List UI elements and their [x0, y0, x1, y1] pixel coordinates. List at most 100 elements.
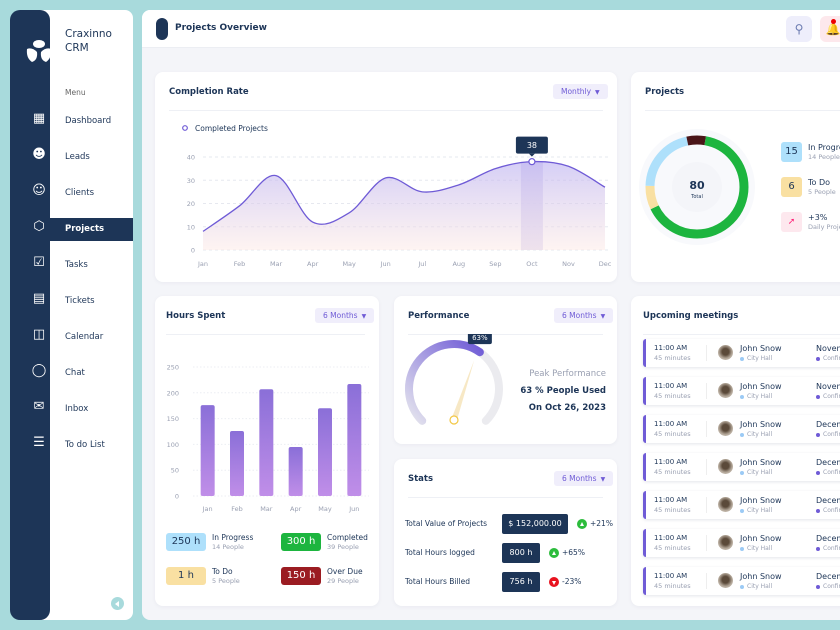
- x-tick-label: Jan: [202, 505, 213, 513]
- sidebar-item-leads[interactable]: Leads: [49, 146, 133, 169]
- page-title: Projects Overview: [175, 23, 267, 33]
- sidebar-item-projects[interactable]: Projects: [49, 218, 133, 241]
- chevron-down-icon: ▼: [361, 313, 367, 320]
- chat-icon[interactable]: ◯: [30, 362, 48, 380]
- meeting-time: 11:00 AM: [654, 420, 688, 428]
- meeting-time: 11:00 AM: [654, 458, 688, 466]
- x-tick-label: Dec: [599, 260, 612, 268]
- bar[interactable]: [259, 389, 274, 496]
- stat-change: -23%: [549, 577, 581, 587]
- divider: [408, 497, 603, 498]
- location-text: City Hall: [747, 393, 773, 400]
- x-tick-label: Apr: [290, 505, 302, 513]
- meeting-status: Confirmed: [816, 469, 840, 476]
- sidebar-item-calendar[interactable]: Calendar: [49, 326, 133, 349]
- meeting-row[interactable]: 11:00 AM 45 minutes John Snow City Hall Dece…: [643, 567, 840, 595]
- user-check-icon[interactable]: ☺: [30, 182, 48, 200]
- sidebar-item-tickets[interactable]: Tickets: [49, 290, 133, 313]
- sidebar-item-tasks[interactable]: Tasks: [49, 254, 133, 277]
- meeting-person: John Snow: [740, 458, 782, 467]
- avatar: [718, 345, 733, 360]
- sidebar-item-clients[interactable]: Clients: [49, 182, 133, 205]
- bar[interactable]: [318, 408, 332, 496]
- search-button[interactable]: ⚲: [786, 16, 812, 42]
- status-dot-icon: [816, 508, 820, 513]
- grid-icon[interactable]: ▦: [30, 110, 48, 128]
- bar[interactable]: [230, 430, 244, 496]
- location-pin-icon: [740, 584, 744, 589]
- mail-icon[interactable]: ✉: [30, 398, 48, 416]
- meeting-person: John Snow: [740, 344, 782, 353]
- status-dot-icon: [816, 394, 820, 399]
- divider: [706, 421, 707, 437]
- meeting-person: John Snow: [740, 382, 782, 391]
- x-tick-label: Aug: [452, 260, 465, 268]
- todo-list-icon[interactable]: ☰: [30, 434, 48, 452]
- stat-change: +65%: [549, 548, 585, 558]
- cube-icon[interactable]: ⬡: [30, 218, 48, 236]
- hours-label: Completed: [327, 533, 368, 542]
- legend-label: Completed Projects: [195, 124, 268, 133]
- meeting-status: Confirmed: [816, 393, 840, 400]
- bar[interactable]: [288, 446, 303, 496]
- bar[interactable]: [347, 384, 362, 496]
- divider: [166, 334, 365, 335]
- hours-sub: 39 People: [327, 543, 359, 551]
- location-text: City Hall: [747, 583, 773, 590]
- hours-sub: 5 People: [212, 577, 240, 585]
- status-text: Confirmed: [823, 507, 840, 514]
- divider: [645, 110, 840, 111]
- x-tick-label: Nov: [562, 260, 575, 268]
- meeting-row[interactable]: 11:00 AM 45 minutes John Snow City Hall Dece…: [643, 453, 840, 481]
- total-label: Total: [690, 194, 703, 200]
- user-plus-icon[interactable]: ☻: [30, 146, 48, 164]
- calendar-icon[interactable]: ◫: [30, 326, 48, 344]
- clipboard-check-icon[interactable]: ☑: [30, 254, 48, 272]
- stats-filter-dropdown[interactable]: 6 Months ▼: [554, 471, 614, 486]
- avatar: [718, 535, 733, 550]
- hours-label: To Do: [212, 567, 233, 576]
- meeting-location: City Hall: [740, 469, 772, 476]
- x-tick-label: Mar: [270, 260, 283, 268]
- meeting-row[interactable]: 11:00 AM 45 minutes John Snow City Hall Dece…: [643, 415, 840, 443]
- meeting-row[interactable]: 11:00 AM 45 minutes John Snow City Hall Dece…: [643, 529, 840, 557]
- x-tick-label: Jun: [380, 260, 391, 268]
- meeting-date: December: [816, 496, 840, 505]
- peak-date: On Oct 26, 2023: [528, 403, 606, 413]
- meeting-location: City Hall: [740, 355, 772, 362]
- y-tick-label: 10: [187, 223, 195, 231]
- notification-dot: [831, 19, 836, 24]
- sidebar-item-inbox[interactable]: Inbox: [49, 398, 133, 421]
- projects-card: Projects 80 Total 15 In Progress14 People 6…: [631, 72, 840, 282]
- meeting-time: 11:00 AM: [654, 382, 688, 390]
- performance-card: Performance 6 Months ▼ 63% Peak Performan…: [394, 296, 617, 444]
- sidebar-item-dashboard[interactable]: Dashboard: [49, 110, 133, 133]
- meeting-row[interactable]: 11:00 AM 45 minutes John Snow City Hall Nove…: [643, 377, 840, 405]
- sidebar-item-chat[interactable]: Chat: [49, 362, 133, 385]
- meeting-person: John Snow: [740, 572, 782, 581]
- avatar: [718, 573, 733, 588]
- hours-filter-dropdown[interactable]: 6 Months ▼: [315, 308, 375, 323]
- completion-line-chart: Completed Projects 0 10 20 30 40 Jan Feb Mar Apr M…: [182, 124, 612, 268]
- status-dot-icon: [816, 470, 820, 475]
- divider: [706, 345, 707, 361]
- meeting-time: 11:00 AM: [654, 496, 688, 504]
- dropdown-label: 6 Months: [562, 474, 597, 483]
- meeting-row[interactable]: 11:00 AM 45 minutes John Snow City Hall Dece…: [643, 491, 840, 519]
- stat-label: Total Hours logged: [405, 548, 475, 557]
- performance-filter-dropdown[interactable]: 6 Months ▼: [554, 308, 614, 323]
- ticket-icon[interactable]: ▤: [30, 290, 48, 308]
- chevron-down-icon: ▼: [600, 313, 606, 320]
- bar[interactable]: [200, 405, 215, 496]
- sidebar-item-to-do-list[interactable]: To do List: [49, 434, 133, 457]
- divider: [706, 383, 707, 399]
- logo-icon: [26, 40, 52, 62]
- collapse-sidebar-button[interactable]: [111, 597, 124, 610]
- stat-value: 756 h: [502, 572, 540, 592]
- location-pin-icon: [740, 356, 744, 361]
- meeting-row[interactable]: 11:00 AM 45 minutes John Snow City Hall Nove…: [643, 339, 840, 367]
- hours-bar-chart: 0 50 100 150 200 250 Jan Feb Mar Apr May Jun: [167, 364, 369, 513]
- notifications-button[interactable]: 🔔: [820, 16, 840, 42]
- data-point[interactable]: [528, 158, 536, 166]
- y-tick-label: 50: [171, 467, 179, 475]
